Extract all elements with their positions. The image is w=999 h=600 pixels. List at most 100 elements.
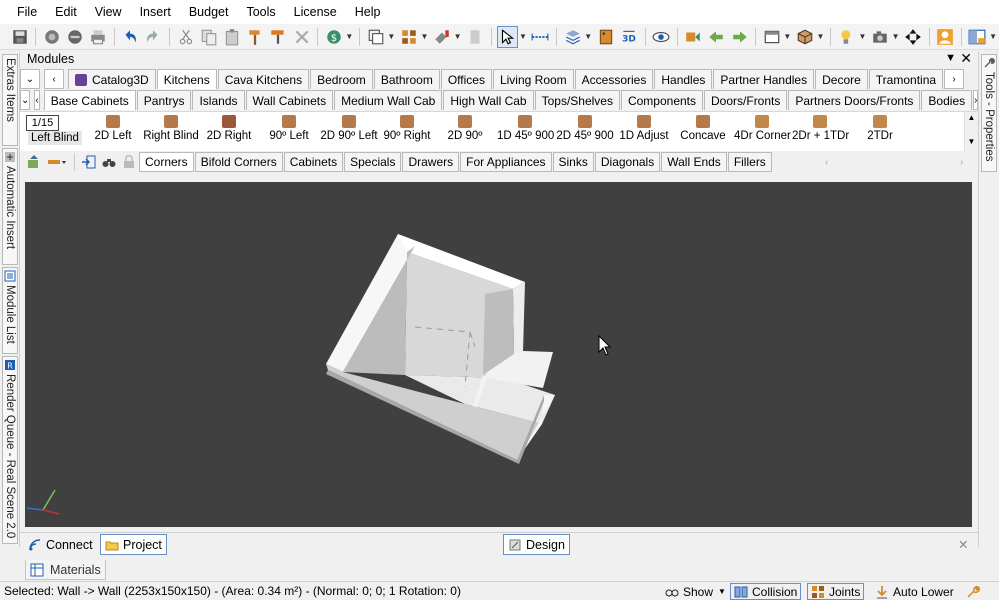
hscroll-left-arrow[interactable]: ‹ (825, 157, 828, 168)
select-pointer-icon[interactable] (496, 25, 518, 48)
cabinet-icon[interactable] (595, 26, 616, 48)
catalog-tabs-dropdown[interactable]: ⌄ (20, 69, 40, 89)
window-view-icon[interactable] (761, 26, 782, 48)
module-item-2d-right[interactable]: 2D Right (204, 114, 254, 152)
module-item-90-right[interactable]: 90º Right (382, 114, 432, 152)
tab-connect[interactable]: Connect (24, 534, 97, 555)
render-icon[interactable] (41, 26, 62, 48)
tab-offices[interactable]: Offices (440, 69, 492, 89)
category-tabs-dropdown[interactable]: ⌄ (20, 90, 31, 110)
modules-dropdown-arrow[interactable]: ▼ (421, 32, 429, 41)
arrow-left-icon[interactable] (706, 26, 727, 48)
3d-viewport[interactable] (25, 182, 972, 527)
material-dropdown-arrow[interactable]: ▼ (454, 32, 462, 41)
redo-icon[interactable] (143, 26, 164, 48)
menu-insert[interactable]: Insert (131, 0, 180, 24)
window-layout-icon[interactable] (967, 26, 988, 48)
menu-edit[interactable]: Edit (46, 0, 86, 24)
tab-automatic-insert[interactable]: Automatic Insert (2, 148, 18, 265)
light-dropdown-arrow[interactable]: ▼ (859, 32, 867, 41)
close-icon[interactable]: ✕ (960, 50, 972, 67)
tab-bathroom[interactable]: Bathroom (373, 69, 440, 89)
module-item-1d-adjust[interactable]: 1D Adjust (619, 114, 669, 152)
subtab-bifold-corners[interactable]: Bifold Corners (194, 152, 283, 172)
paste-icon[interactable] (221, 26, 242, 48)
window-view-dropdown-arrow[interactable]: ▼ (783, 32, 791, 41)
wall-left-face[interactable] (343, 246, 415, 375)
layers-dropdown-arrow[interactable]: ▼ (584, 32, 592, 41)
tab-extras-items[interactable]: Extras Items (2, 54, 18, 146)
items-vertical-scrollbar[interactable]: ▲ ▼ (964, 112, 978, 152)
subtab-corners[interactable]: Corners (139, 152, 194, 172)
module-item-2dr-1tdr[interactable]: 2Dr + 1TDr (792, 114, 849, 152)
page-indicator[interactable]: 1/15 (26, 115, 59, 131)
select-dropdown-arrow[interactable]: ▼ (519, 32, 527, 41)
tab-living-room[interactable]: Living Room (492, 69, 574, 89)
catalog-tabs-scroll-right[interactable]: › (944, 69, 965, 89)
budget-dropdown-arrow[interactable]: ▼ (345, 32, 353, 41)
collision-toggle[interactable]: Collision (730, 583, 802, 600)
subtab-fillers[interactable]: Fillers (727, 152, 772, 172)
tab-decore[interactable]: Decore (815, 69, 868, 89)
camera-dropdown-arrow[interactable]: ▼ (892, 32, 900, 41)
category-tabs-scroll-right[interactable]: › (973, 90, 979, 110)
tab-pantrys[interactable]: Pantrys (136, 90, 192, 110)
user-icon[interactable] (935, 26, 956, 48)
tab-islands[interactable]: Islands (192, 90, 245, 110)
tools-wrench-icon[interactable] (963, 583, 987, 600)
scroll-down-arrow[interactable]: ▼ (965, 136, 978, 148)
modules-grid-icon[interactable] (398, 26, 419, 48)
layout-icon[interactable] (365, 26, 386, 48)
bottom-panel-close-icon[interactable]: ✕ (954, 534, 972, 555)
show-dropdown[interactable]: Show ▼ (662, 583, 729, 600)
binoculars-icon[interactable] (99, 152, 119, 172)
tab-tools-properties[interactable]: Tools - Properties (981, 54, 997, 172)
import-icon[interactable] (79, 152, 99, 172)
box-3d-icon[interactable] (794, 26, 815, 48)
tab-tramontina[interactable]: Tramontina (868, 69, 944, 89)
tab-materials[interactable]: Materials (25, 560, 106, 580)
delete-icon[interactable] (291, 26, 312, 48)
module-item-right-blind[interactable]: Right Blind (142, 114, 200, 152)
save-icon[interactable] (9, 26, 30, 48)
tab-doors-fronts[interactable]: Doors/Fronts (704, 90, 788, 110)
tab-base-cabinets[interactable]: Base Cabinets (43, 90, 136, 110)
measure-icon[interactable] (530, 26, 551, 48)
tab-high-wall-cab[interactable]: High Wall Cab (443, 90, 534, 110)
ruler-icon[interactable] (44, 152, 70, 172)
menu-budget[interactable]: Budget (180, 0, 238, 24)
material-brush-icon[interactable] (431, 26, 452, 48)
print-icon[interactable] (88, 26, 109, 48)
wall-right-top[interactable] (513, 282, 525, 354)
auto-lower-toggle[interactable]: Auto Lower (872, 583, 957, 600)
box-dropdown-arrow[interactable]: ▼ (816, 32, 824, 41)
menu-file[interactable]: File (8, 0, 46, 24)
module-item-2tdr[interactable]: 2TDr (858, 114, 902, 152)
module-item-2d-left[interactable]: 2D Left (88, 114, 138, 152)
view-3d-icon[interactable]: 3D (618, 26, 639, 48)
tab-bodies[interactable]: Bodies (921, 90, 973, 110)
render-settings-icon[interactable] (64, 26, 85, 48)
menu-license[interactable]: License (285, 0, 346, 24)
arrow-right-icon[interactable] (729, 26, 750, 48)
insert-module-icon[interactable] (24, 152, 44, 172)
module-item-90-left[interactable]: 90º Left (264, 114, 314, 152)
subtab-specials[interactable]: Specials (344, 152, 402, 172)
tab-components[interactable]: Components (620, 90, 704, 110)
eye-icon[interactable] (650, 26, 671, 48)
cut-icon[interactable] (175, 26, 196, 48)
tab-partner-handles[interactable]: Partner Handles (713, 69, 815, 89)
tab-partners-doors-fronts[interactable]: Partners Doors/Fronts (788, 90, 921, 110)
menu-view[interactable]: View (86, 0, 131, 24)
subtab-cabinets[interactable]: Cabinets (283, 152, 344, 172)
tab-medium-wall-cab[interactable]: Medium Wall Cab (334, 90, 443, 110)
copy-icon[interactable] (198, 26, 219, 48)
pin-icon[interactable]: ▼ (945, 52, 956, 64)
tab-bedroom[interactable]: Bedroom (310, 69, 373, 89)
tab-design[interactable]: Design (503, 534, 570, 555)
subtab-diagonals[interactable]: Diagonals (594, 152, 661, 172)
tab-handles[interactable]: Handles (654, 69, 713, 89)
move-arrows-icon[interactable] (903, 26, 924, 48)
joints-toggle[interactable]: Joints (807, 583, 865, 600)
subtab-for-appliances[interactable]: For Appliances (460, 152, 552, 172)
